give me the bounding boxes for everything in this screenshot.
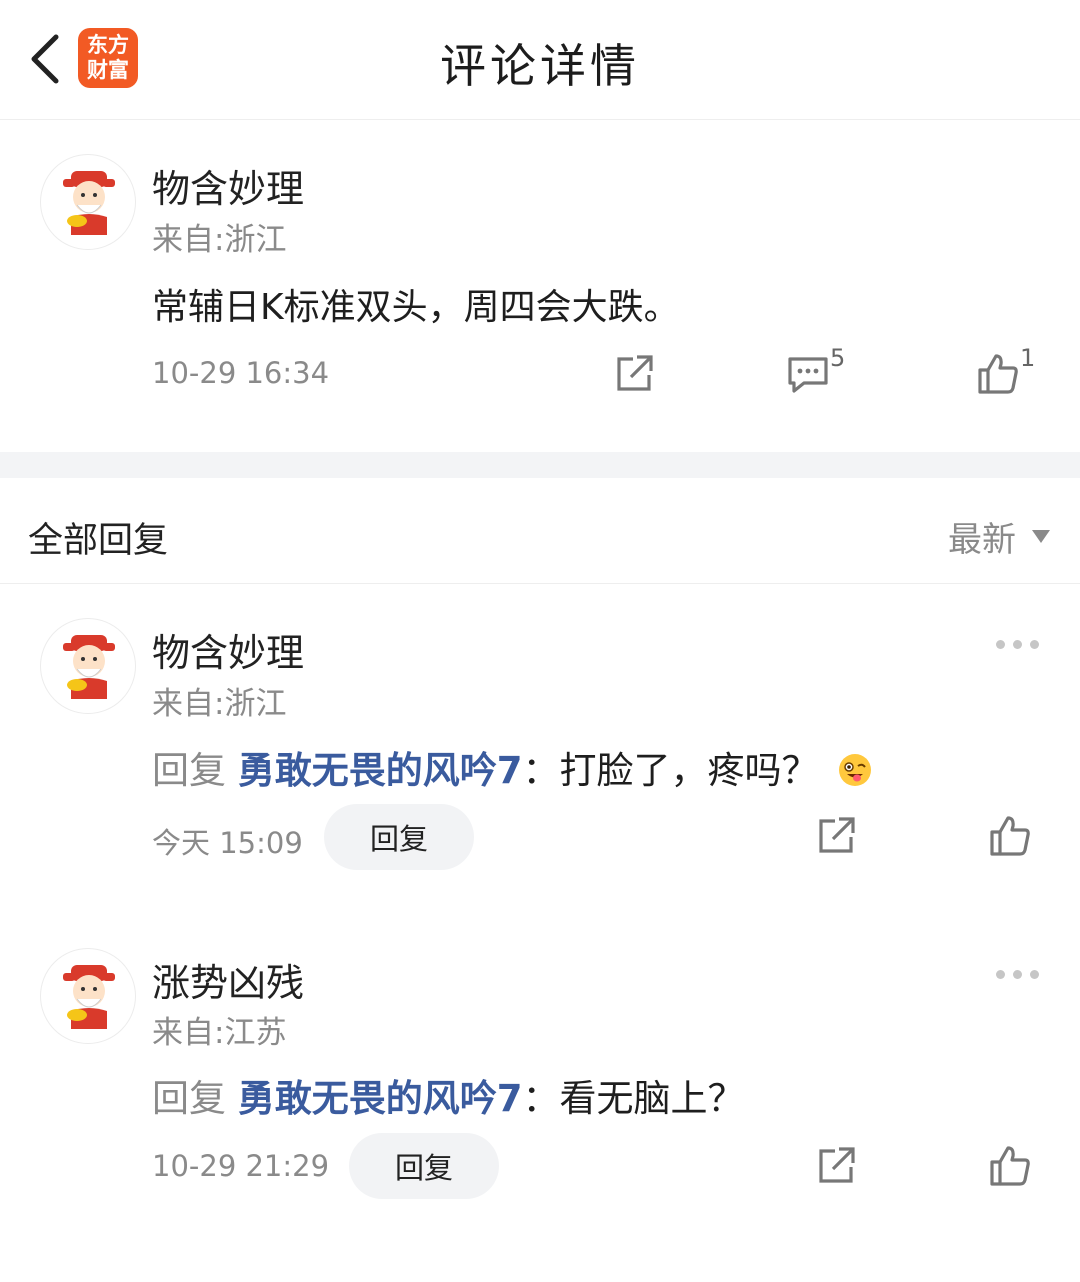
avatar[interactable] — [40, 154, 136, 250]
comment-location: 来自:浙江 — [152, 222, 287, 258]
more-options-button[interactable] — [996, 970, 1039, 979]
share-button[interactable] — [808, 808, 864, 864]
wink-tongue-emoji-icon — [839, 754, 872, 786]
reply-prefix: 回复 — [152, 1077, 226, 1120]
sort-label: 最新 — [948, 520, 1016, 560]
reply-prefix: 回复 — [152, 749, 226, 792]
replies-title: 全部回复 — [28, 521, 169, 561]
like-button[interactable] — [970, 346, 1026, 402]
share-icon — [617, 355, 653, 391]
share-icon — [819, 1147, 855, 1183]
dropdown-caret-icon — [1032, 530, 1050, 543]
like-count: 1 — [1020, 344, 1036, 372]
reply-text: ：看无脑上？ — [522, 1077, 745, 1120]
thumbs-up-icon — [990, 1146, 1030, 1186]
top-bar: 东方 财富 评论详情 — [0, 0, 1080, 120]
reply-time: 10-29 21:29 — [152, 1149, 330, 1183]
avatar-image — [63, 635, 115, 699]
comment-time: 10-29 16:34 — [152, 356, 330, 390]
more-dot — [1030, 970, 1039, 979]
more-dot — [1030, 640, 1039, 649]
more-dot — [996, 640, 1005, 649]
replies-header: 全部回复 最新 — [0, 480, 1080, 584]
share-button[interactable] — [808, 1138, 864, 1194]
more-options-button[interactable] — [996, 640, 1039, 649]
reply-time: 今天 15:09 — [152, 826, 303, 860]
reply-text: ：打脸了，疼吗？ — [522, 749, 819, 792]
page-title: 评论详情 — [440, 39, 640, 93]
reply-location: 来自:江苏 — [152, 1015, 287, 1051]
like-button[interactable] — [982, 1138, 1038, 1194]
reply-button[interactable]: 回复 — [324, 804, 474, 870]
reply-author[interactable]: 涨势凶残 — [152, 952, 304, 1007]
comment-count: 5 — [830, 344, 846, 372]
more-dot — [1013, 640, 1022, 649]
reply-author[interactable]: 物含妙理 — [152, 622, 304, 677]
avatar-image — [63, 965, 115, 1029]
thumbs-up-icon — [978, 354, 1018, 394]
reply-text-line: 回复 勇敢无畏的风吟7：打脸了，疼吗？ — [152, 740, 872, 794]
comment-author[interactable]: 物含妙理 — [152, 158, 304, 213]
avatar-image — [63, 171, 115, 235]
like-button[interactable] — [982, 808, 1038, 864]
comment-text: 常辅日K标准双头，周四会大跌。 — [152, 287, 680, 328]
avatar[interactable] — [40, 948, 136, 1044]
reply-button[interactable]: 回复 — [349, 1133, 499, 1199]
avatar[interactable] — [40, 618, 136, 714]
comment-button[interactable] — [780, 346, 836, 402]
comment-bubble-icon — [788, 357, 828, 393]
more-dot — [1013, 970, 1022, 979]
share-button[interactable] — [606, 346, 662, 402]
more-dot — [996, 970, 1005, 979]
section-divider — [0, 452, 1080, 478]
reply-target-user[interactable]: 勇敢无畏的风吟7 — [238, 749, 523, 792]
reply-text-line: 回复 勇敢无畏的风吟7：看无脑上？ — [152, 1068, 745, 1122]
sort-dropdown[interactable]: 最新 — [948, 512, 1050, 561]
thumbs-up-icon — [990, 816, 1030, 856]
reply-target-user[interactable]: 勇敢无畏的风吟7 — [238, 1077, 523, 1120]
reply-location: 来自:浙江 — [152, 686, 287, 722]
share-icon — [819, 817, 855, 853]
